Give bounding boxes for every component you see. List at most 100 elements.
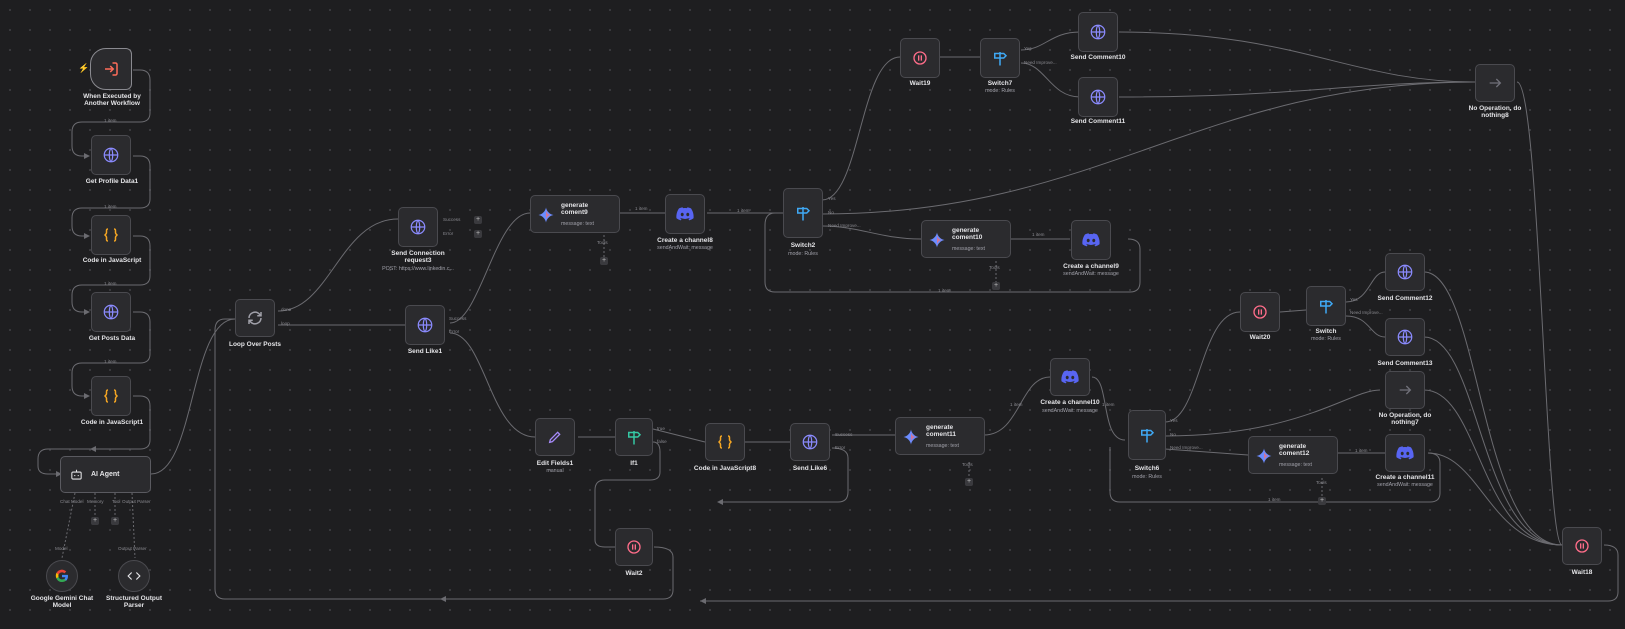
edge-label: 1 item <box>1355 448 1368 453</box>
node-subtitle: sendAndWait: message <box>657 245 713 251</box>
gemini-chat-model-node[interactable] <box>46 560 78 592</box>
wait20-node[interactable] <box>1240 292 1280 332</box>
port-label: false <box>657 439 667 444</box>
node-subtitle: sendAndWait: message <box>1377 482 1433 488</box>
generate-coment11-node[interactable]: generate coment11 message: text <box>895 417 985 455</box>
node-subtitle: message: text <box>561 221 594 227</box>
globe-icon <box>1079 13 1117 51</box>
node-subtitle: sendAndWait: message <box>1063 271 1119 277</box>
globe-icon <box>92 136 130 174</box>
get-profile-node[interactable] <box>91 135 131 175</box>
add-node-button[interactable]: + <box>474 230 482 238</box>
edge-label: 1 item <box>1010 402 1023 407</box>
output-parser-node[interactable] <box>118 560 150 592</box>
node-title: Create a channel9 <box>1063 263 1119 270</box>
node-title: generate coment12 <box>1279 443 1310 458</box>
wait2-node[interactable] <box>615 528 653 566</box>
port-label: loop <box>281 321 290 326</box>
send-comment10-node[interactable] <box>1078 12 1118 52</box>
port-label: Tools <box>597 240 608 245</box>
node-title: Structured Output Parser <box>106 595 162 610</box>
node-title: Send Connection request3 <box>391 250 445 265</box>
port-label: Chat Model <box>60 499 84 504</box>
port-label: Memory <box>87 499 104 504</box>
edge-label: 1 item <box>104 204 117 209</box>
noop7-node[interactable] <box>1385 371 1425 409</box>
globe-icon <box>1386 254 1424 290</box>
port-label: Yes <box>1350 297 1358 302</box>
switch2-node[interactable] <box>783 188 823 238</box>
node-subtitle: mode: Rules <box>788 251 818 257</box>
send-comment11-node[interactable] <box>1078 77 1118 117</box>
create-channel10-node[interactable] <box>1050 358 1090 396</box>
send-comment13-node[interactable] <box>1385 318 1425 356</box>
send-connection-node[interactable] <box>398 207 438 247</box>
node-title: Switch7 <box>987 80 1013 87</box>
discord-icon <box>1072 221 1110 259</box>
code-js8-node[interactable] <box>705 423 745 461</box>
create-channel9-node[interactable] <box>1071 220 1111 260</box>
workflow-canvas[interactable]: ⚡ When Executed by Another Workflow Get … <box>0 0 1625 629</box>
generate-coment9-node[interactable]: generate coment9 message: text <box>530 195 620 233</box>
send-comment12-node[interactable] <box>1385 253 1425 291</box>
port-label: Success <box>443 217 461 222</box>
port-label: Error <box>835 445 846 450</box>
switch-node[interactable] <box>1306 286 1346 326</box>
if1-node[interactable] <box>615 418 653 456</box>
edit-fields1-node[interactable] <box>535 418 575 456</box>
port-label: Output Parser <box>118 546 147 551</box>
generate-coment12-node[interactable]: generate coment12 message: text <box>1248 436 1338 474</box>
node-title: Switch <box>1315 328 1337 335</box>
ai-agent-node[interactable]: AI Agent <box>60 456 151 493</box>
noop8-node[interactable] <box>1475 64 1515 102</box>
get-posts-node[interactable] <box>91 292 131 332</box>
add-memory-button[interactable]: + <box>91 517 99 525</box>
code-js1-node[interactable] <box>91 376 131 416</box>
switch-icon <box>981 39 1019 77</box>
globe-icon <box>92 293 130 331</box>
add-tool-button[interactable]: + <box>111 517 119 525</box>
node-title: Switch2 <box>790 242 816 249</box>
port-label: Output Parser <box>122 499 151 504</box>
port-label: true <box>657 426 665 431</box>
wait19-node[interactable] <box>900 38 940 78</box>
globe-icon <box>791 424 829 460</box>
add-tool-button[interactable]: + <box>600 257 608 265</box>
switch6-node[interactable] <box>1128 410 1166 460</box>
gemini-icon <box>902 428 920 451</box>
send-like1-node[interactable] <box>405 305 445 345</box>
node-subtitle: message: text <box>1279 462 1312 468</box>
node-title: When Executed by Another Workflow <box>83 93 141 108</box>
generate-coment10-node[interactable]: generate coment10 message: text <box>921 220 1011 258</box>
add-tool-button[interactable]: + <box>965 478 973 486</box>
globe-icon <box>1079 78 1117 116</box>
node-title: Send Comment13 <box>1377 360 1433 367</box>
node-title: Wait18 <box>1571 569 1593 576</box>
trigger-bolt-icon: ⚡ <box>78 63 90 73</box>
switch-icon <box>1307 287 1345 325</box>
switch7-node[interactable] <box>980 38 1020 78</box>
loop-node[interactable] <box>235 299 275 337</box>
add-node-button[interactable]: + <box>474 216 482 224</box>
trigger-node[interactable] <box>90 48 132 90</box>
add-tool-button[interactable]: + <box>992 282 1000 290</box>
code-braces-icon <box>706 424 744 460</box>
discord-icon <box>1386 435 1424 471</box>
node-subtitle: message: text <box>952 246 985 252</box>
code-braces-icon <box>92 377 130 415</box>
code-js-node[interactable] <box>91 215 131 255</box>
create-channel11-node[interactable] <box>1385 434 1425 472</box>
node-title: generate coment10 <box>952 227 983 242</box>
add-tool-button[interactable]: + <box>1318 497 1326 505</box>
create-channel8-node[interactable] <box>665 194 705 234</box>
wait18-node[interactable] <box>1562 527 1602 565</box>
node-title: Send Comment10 <box>1070 54 1126 61</box>
port-label: Tools <box>989 265 1000 270</box>
robot-icon <box>69 468 84 487</box>
node-title: Google Gemini Chat Model <box>30 595 94 610</box>
node-title: Send Comment12 <box>1377 295 1433 302</box>
node-title: generate coment9 <box>561 202 589 217</box>
send-like6-node[interactable] <box>790 423 830 461</box>
edge-label: 1 item <box>104 118 117 123</box>
node-title: No Operation, do nothing8 <box>1468 105 1522 120</box>
